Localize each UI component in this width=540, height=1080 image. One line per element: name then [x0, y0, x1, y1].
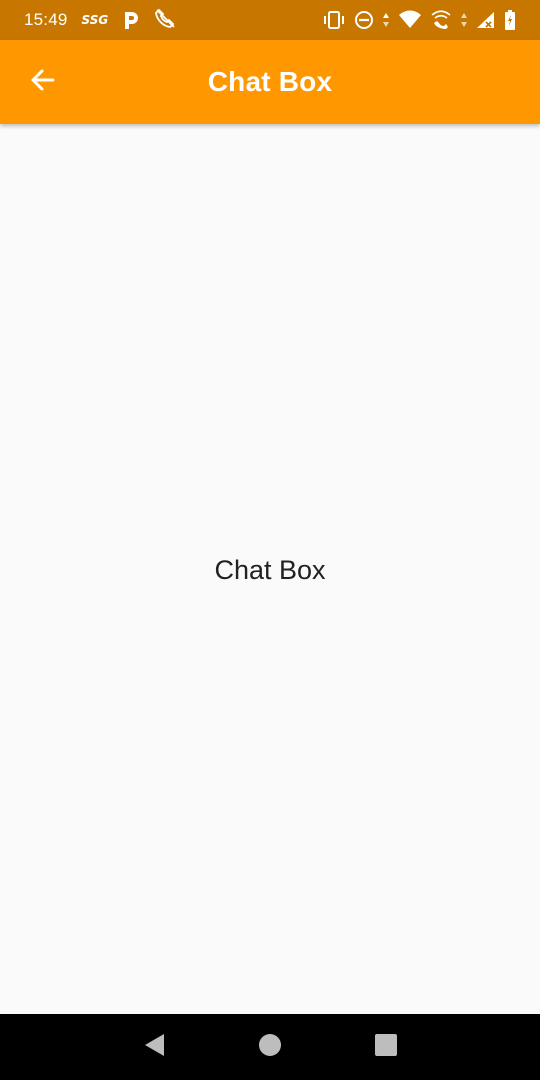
app-bar-title: Chat Box [207, 66, 333, 97]
nav-home-button[interactable] [250, 1027, 290, 1067]
status-left: 15:49 SSG [24, 7, 176, 34]
navigation-bar [0, 1014, 540, 1080]
dnd-icon [354, 10, 374, 30]
status-bar: 15:49 SSG [0, 0, 540, 40]
recents-square-icon [374, 1033, 398, 1062]
wifi-calling-icon [430, 10, 452, 30]
back-button[interactable] [18, 58, 66, 106]
nav-recents-button[interactable] [366, 1027, 406, 1067]
home-circle-icon [258, 1033, 282, 1062]
status-time: 15:49 [24, 10, 68, 29]
nav-back-button[interactable] [134, 1027, 174, 1067]
screen: 15:49 SSG Chat Box Chat Box [0, 0, 540, 1080]
main-content: Chat Box [0, 124, 540, 1014]
data-arrows-2-icon [460, 10, 468, 30]
ssg-icon: SSG [81, 13, 109, 27]
back-triangle-icon [142, 1032, 166, 1063]
wifi-icon [398, 10, 422, 30]
arrow-back-icon [28, 66, 56, 99]
signal-icon [476, 10, 496, 30]
status-right [322, 9, 516, 31]
data-arrows-icon [382, 10, 390, 30]
vibrate-icon [322, 10, 346, 30]
center-label: Chat Box [214, 554, 326, 585]
p-app-icon [122, 11, 140, 29]
phone-off-icon [154, 7, 176, 34]
app-bar: Chat Box [0, 40, 540, 124]
battery-icon [504, 9, 516, 31]
